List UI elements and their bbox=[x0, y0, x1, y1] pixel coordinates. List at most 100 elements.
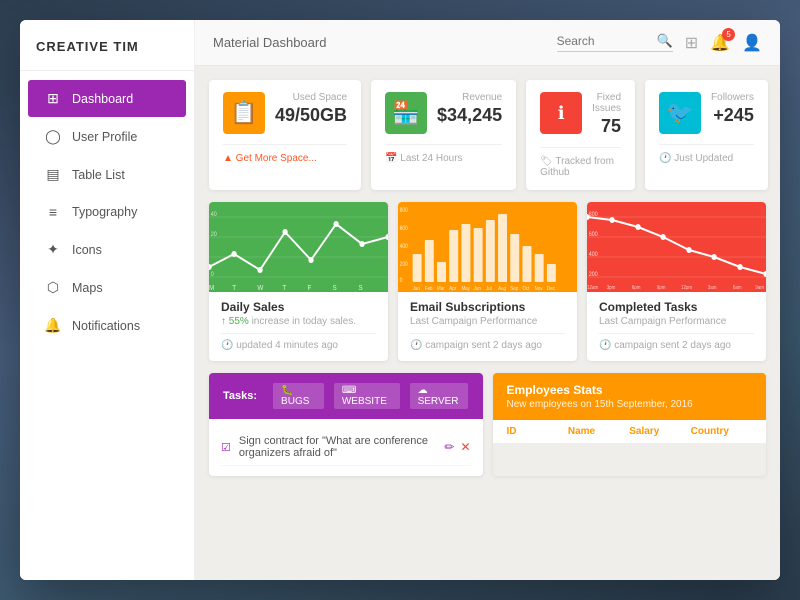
svg-text:12am: 12am bbox=[587, 285, 598, 291]
stat-card-revenue: 🏪 Revenue $34,245 📅 Last 24 Hours bbox=[371, 80, 516, 190]
user-avatar-icon[interactable]: 👤 bbox=[742, 33, 762, 53]
svg-text:S: S bbox=[358, 285, 363, 292]
bugs-tag[interactable]: 🐛 BUGS bbox=[273, 383, 324, 409]
svg-text:9am: 9am bbox=[755, 285, 764, 291]
svg-text:0: 0 bbox=[211, 272, 214, 278]
col-name: Name bbox=[568, 426, 629, 437]
stat-card-space: 📋 Used Space 49/50GB ▲ Get More Space... bbox=[209, 80, 361, 190]
chart-footer: 🕐 campaign sent 2 days ago bbox=[599, 333, 754, 351]
sidebar-item-label: Typography bbox=[72, 205, 137, 219]
chart-footer: 🕐 campaign sent 2 days ago bbox=[410, 333, 565, 351]
server-tag[interactable]: ☁ SERVER bbox=[410, 383, 469, 409]
svg-text:200: 200 bbox=[589, 272, 598, 278]
table-icon: ▤ bbox=[44, 166, 62, 183]
maps-icon: ⬡ bbox=[44, 279, 62, 296]
task-text: Sign contract for "What are conference o… bbox=[239, 435, 445, 459]
notification-badge: 5 bbox=[722, 28, 735, 41]
stat-value: 49/50GB bbox=[275, 105, 347, 126]
svg-text:20: 20 bbox=[211, 232, 217, 238]
svg-text:Nov: Nov bbox=[535, 286, 543, 292]
sidebar-item-typography[interactable]: ≡ Typography bbox=[28, 194, 186, 230]
svg-text:9pm: 9pm bbox=[657, 285, 666, 291]
stat-value: 75 bbox=[592, 116, 621, 137]
chart-card-daily-sales: M T W T F S S 40 20 0 bbox=[209, 202, 388, 361]
svg-text:Mar: Mar bbox=[437, 286, 445, 292]
app-window: CREATIVE TIM ⊞ Dashboard ◯ User Profile … bbox=[20, 20, 780, 580]
daily-sales-chart: M T W T F S S 40 20 0 bbox=[209, 202, 388, 292]
svg-text:400: 400 bbox=[400, 244, 408, 251]
svg-text:Jan: Jan bbox=[413, 286, 420, 292]
chart-title: Completed Tasks bbox=[599, 300, 754, 314]
employees-table-header: ID Name Salary Country bbox=[493, 420, 767, 443]
main-area: Material Dashboard 🔍 ⊞ 🔔 5 👤 bbox=[195, 20, 780, 580]
stat-card-info: Followers +245 bbox=[701, 92, 754, 126]
task-row: ☑ Sign contract for "What are conference… bbox=[221, 429, 471, 466]
svg-text:3pm: 3pm bbox=[607, 285, 616, 291]
svg-text:Apr: Apr bbox=[449, 286, 456, 292]
stat-footer: ▲ Get More Space... bbox=[223, 144, 347, 164]
tasks-header: Tasks: 🐛 BUGS ⌨ WEBSITE ☁ SERVER bbox=[209, 373, 483, 419]
svg-text:Aug: Aug bbox=[498, 286, 506, 292]
svg-text:6am: 6am bbox=[733, 285, 742, 291]
chart-title: Daily Sales bbox=[221, 300, 376, 314]
page-title: Material Dashboard bbox=[213, 35, 326, 50]
search-box[interactable]: 🔍 bbox=[557, 33, 673, 52]
search-icon[interactable]: 🔍 bbox=[657, 33, 673, 49]
sidebar-item-label: Table List bbox=[72, 168, 125, 182]
stat-card-info: Fixed Issues 75 bbox=[582, 92, 621, 137]
revenue-icon: 🏪 bbox=[385, 92, 427, 134]
svg-text:T: T bbox=[282, 285, 286, 292]
svg-text:May: May bbox=[461, 286, 470, 292]
tasks-body: ☑ Sign contract for "What are conference… bbox=[209, 419, 483, 476]
sidebar-item-label: Dashboard bbox=[72, 92, 133, 106]
sidebar-item-dashboard[interactable]: ⊞ Dashboard bbox=[28, 80, 186, 117]
sidebar-item-table[interactable]: ▤ Table List bbox=[28, 156, 186, 193]
svg-text:S: S bbox=[333, 285, 338, 292]
stat-card-top: ℹ Fixed Issues 75 bbox=[540, 92, 621, 137]
svg-text:600: 600 bbox=[400, 226, 408, 233]
sidebar-item-profile[interactable]: ◯ User Profile bbox=[28, 118, 186, 155]
employees-title: Employees Stats bbox=[507, 383, 753, 397]
grid-icon[interactable]: ⊞ bbox=[685, 33, 698, 53]
chart-card-tasks: 800 600 400 200 12am 3pm 6pm 9pm 12pm 3a… bbox=[587, 202, 766, 361]
tasks-card: Tasks: 🐛 BUGS ⌨ WEBSITE ☁ SERVER ☑ Sign … bbox=[209, 373, 483, 476]
chart-percent: ↑ 55% bbox=[221, 316, 249, 327]
stat-cards-row: 📋 Used Space 49/50GB ▲ Get More Space...… bbox=[209, 80, 766, 190]
chart-footer: 🕐 updated 4 minutes ago bbox=[221, 333, 376, 351]
svg-text:Feb: Feb bbox=[425, 286, 433, 292]
dashboard-icon: ⊞ bbox=[44, 90, 62, 107]
stat-label: Used Space bbox=[275, 92, 347, 103]
stat-value: $34,245 bbox=[437, 105, 502, 126]
employees-card: Employees Stats New employees on 15th Se… bbox=[493, 373, 767, 476]
svg-text:T: T bbox=[232, 285, 236, 292]
stat-card-top: 🏪 Revenue $34,245 bbox=[385, 92, 502, 134]
completed-tasks-chart: 800 600 400 200 12am 3pm 6pm 9pm 12pm 3a… bbox=[587, 202, 766, 292]
topbar-right: 🔍 ⊞ 🔔 5 👤 bbox=[557, 33, 762, 53]
svg-text:200: 200 bbox=[400, 262, 408, 269]
sidebar-item-notifications[interactable]: 🔔 Notifications bbox=[28, 307, 186, 344]
chart-subtitle: ↑ 55% increase in today sales. bbox=[221, 316, 376, 327]
stat-label: Fixed Issues bbox=[592, 92, 621, 114]
task-edit-icon[interactable]: ✏ bbox=[444, 440, 454, 454]
stat-card-info: Used Space 49/50GB bbox=[265, 92, 347, 126]
sidebar-item-icons[interactable]: ✦ Icons bbox=[28, 231, 186, 268]
chart-card-email: 800 600 400 200 0 bbox=[398, 202, 577, 361]
search-input[interactable] bbox=[557, 34, 657, 48]
svg-text:800: 800 bbox=[589, 212, 598, 218]
sidebar-item-maps[interactable]: ⬡ Maps bbox=[28, 269, 186, 306]
notification-bell-icon[interactable]: 🔔 5 bbox=[710, 33, 730, 53]
twitter-icon: 🐦 bbox=[659, 92, 701, 134]
stat-card-top: 📋 Used Space 49/50GB bbox=[223, 92, 347, 134]
task-delete-icon[interactable]: ✕ bbox=[460, 440, 470, 454]
svg-text:M: M bbox=[209, 285, 214, 292]
stat-label: Revenue bbox=[437, 92, 502, 103]
stat-label: Followers bbox=[711, 92, 754, 103]
task-check-icon[interactable]: ☑ bbox=[221, 441, 231, 454]
svg-text:Dec: Dec bbox=[547, 286, 555, 292]
website-tag[interactable]: ⌨ WEBSITE bbox=[334, 383, 400, 409]
chart-info: Daily Sales ↑ 55% increase in today sale… bbox=[209, 292, 388, 361]
task-content: ☑ Sign contract for "What are conference… bbox=[221, 435, 444, 459]
sidebar: CREATIVE TIM ⊞ Dashboard ◯ User Profile … bbox=[20, 20, 195, 580]
svg-text:W: W bbox=[257, 285, 264, 292]
svg-text:Oct: Oct bbox=[522, 286, 529, 292]
